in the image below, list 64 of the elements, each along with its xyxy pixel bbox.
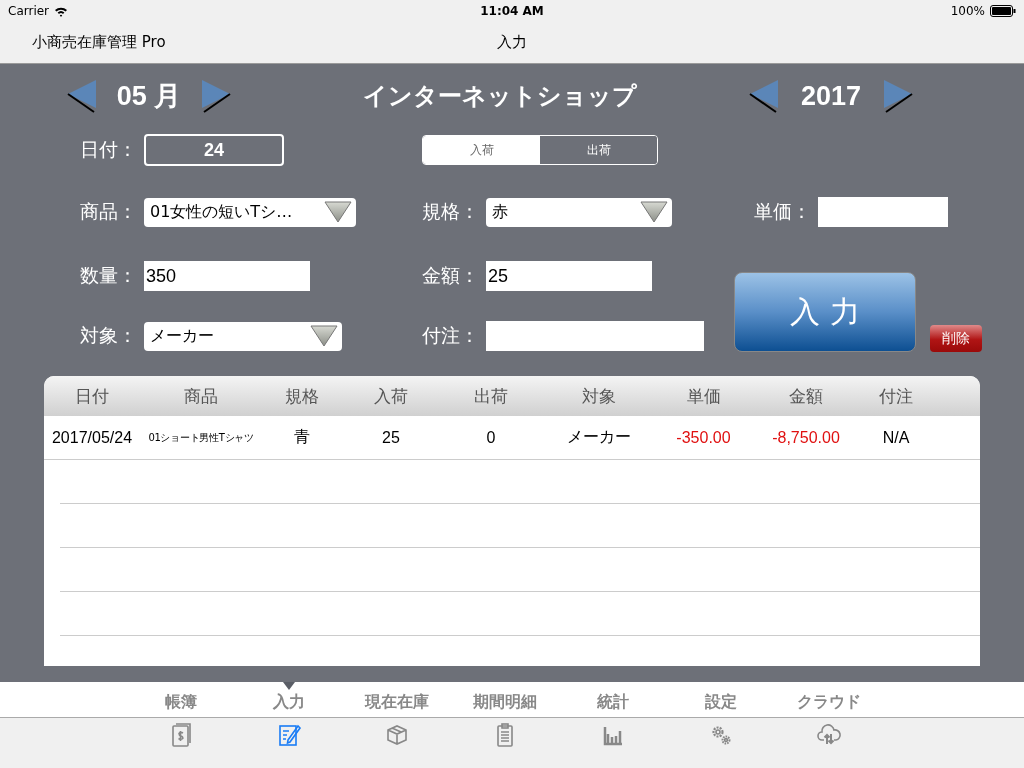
- tab-label[interactable]: 帳簿: [127, 682, 235, 717]
- partner-dropdown[interactable]: メーカー: [144, 321, 342, 351]
- product-dropdown[interactable]: 01女性の短いTシ…: [144, 197, 356, 227]
- pointer-icon: [283, 682, 295, 690]
- field-label: 対象：: [80, 323, 138, 348]
- table-cell-text: メーカー: [565, 427, 632, 447]
- tab-label[interactable]: 現在在庫: [343, 682, 451, 717]
- dropdown-triangle-icon: [640, 201, 668, 223]
- column-header: 出荷: [473, 384, 509, 408]
- tab-label[interactable]: クラウド: [775, 682, 883, 717]
- field-label: 商品：: [80, 199, 138, 224]
- dropdown-triangle-icon: [310, 325, 338, 347]
- segment-tab[interactable]: 入荷: [423, 136, 540, 164]
- next-arrow-icon[interactable]: [882, 78, 914, 114]
- battery-percent: 100%: [950, 4, 985, 18]
- spec-dropdown[interactable]: 赤: [486, 197, 672, 227]
- field-label: 付注：: [422, 323, 480, 348]
- next-arrow-icon[interactable]: [200, 78, 232, 114]
- enter-button[interactable]: 入 力: [734, 272, 916, 352]
- column-header: 対象: [580, 384, 617, 408]
- box-icon[interactable]: [384, 722, 410, 748]
- tab-label[interactable]: 入力: [235, 682, 343, 717]
- field-label: 数量：: [80, 263, 138, 288]
- battery-icon: [990, 5, 1016, 17]
- column-header: 単価: [685, 384, 722, 408]
- unit-price-field[interactable]: [818, 197, 948, 227]
- quantity-field[interactable]: 350: [144, 261, 310, 291]
- delete-button[interactable]: 削除: [930, 325, 982, 352]
- table-cell-text: 2017/05/24: [50, 428, 134, 447]
- shop-name: インターネットショップ: [363, 81, 637, 112]
- note-field[interactable]: [486, 321, 704, 351]
- column-header: 商品: [183, 384, 219, 408]
- table-cell-text: 0: [485, 428, 497, 447]
- tab-label[interactable]: 期間明細: [451, 682, 559, 717]
- table-cell-text: -8,750.00: [771, 428, 841, 447]
- carrier-label: Carrier: [8, 4, 50, 18]
- amount-field[interactable]: 25: [486, 261, 652, 291]
- column-header: 規格: [283, 384, 320, 408]
- table-cell-text: -350.00: [675, 428, 732, 447]
- previous-arrow-icon[interactable]: [748, 78, 780, 114]
- dropdown-triangle-icon: [324, 201, 352, 223]
- wifi-icon: [54, 5, 69, 17]
- field-label: 単価：: [754, 199, 812, 224]
- table-cell-text: N/A: [881, 428, 911, 447]
- pencil-note-icon[interactable]: [276, 722, 302, 748]
- date-field[interactable]: 24: [144, 134, 284, 166]
- month-label: 05 月: [115, 80, 183, 113]
- tab-label[interactable]: 統計: [559, 682, 667, 717]
- table-cell-text: 青: [292, 427, 311, 447]
- screen-title: 入力: [497, 33, 527, 52]
- table-cell-text: 25: [381, 428, 401, 447]
- clock-time: 11:04 AM: [480, 4, 544, 18]
- column-header: 入荷: [373, 384, 409, 408]
- app-name: 小商売在庫管理 Pro: [32, 33, 166, 52]
- field-label: 金額：: [422, 263, 480, 288]
- column-header: 付注: [878, 384, 914, 408]
- previous-arrow-icon[interactable]: [66, 78, 98, 114]
- year-label: 2017: [799, 80, 863, 112]
- tab-label[interactable]: 設定: [667, 682, 775, 717]
- table-cell-text: 01ショート男性Tシャツ: [147, 430, 255, 445]
- field-label: 規格：: [422, 199, 480, 224]
- column-header: 日付: [74, 384, 110, 408]
- column-header: 金額: [788, 384, 824, 408]
- field-label: 日付：: [80, 137, 138, 162]
